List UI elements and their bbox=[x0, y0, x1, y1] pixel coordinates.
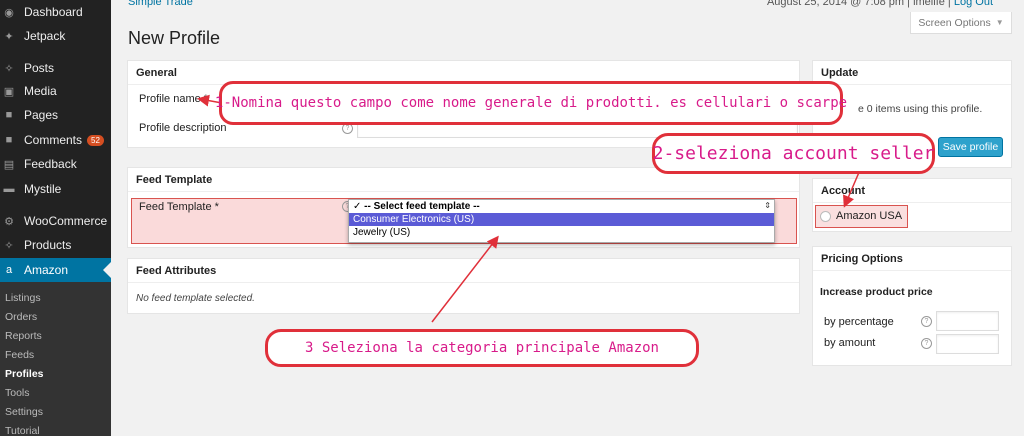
annotation-callout-2: 2-seleziona account seller bbox=[652, 133, 935, 174]
annotation-callout-3: 3 Seleziona la categoria principale Amaz… bbox=[265, 329, 699, 367]
annotation-callout-1: 1-Nomina questo campo come nome generale… bbox=[215, 81, 847, 125]
annotation-arrows bbox=[197, 94, 861, 323]
arrow-3 bbox=[431, 235, 499, 323]
arrow-2 bbox=[843, 169, 861, 208]
